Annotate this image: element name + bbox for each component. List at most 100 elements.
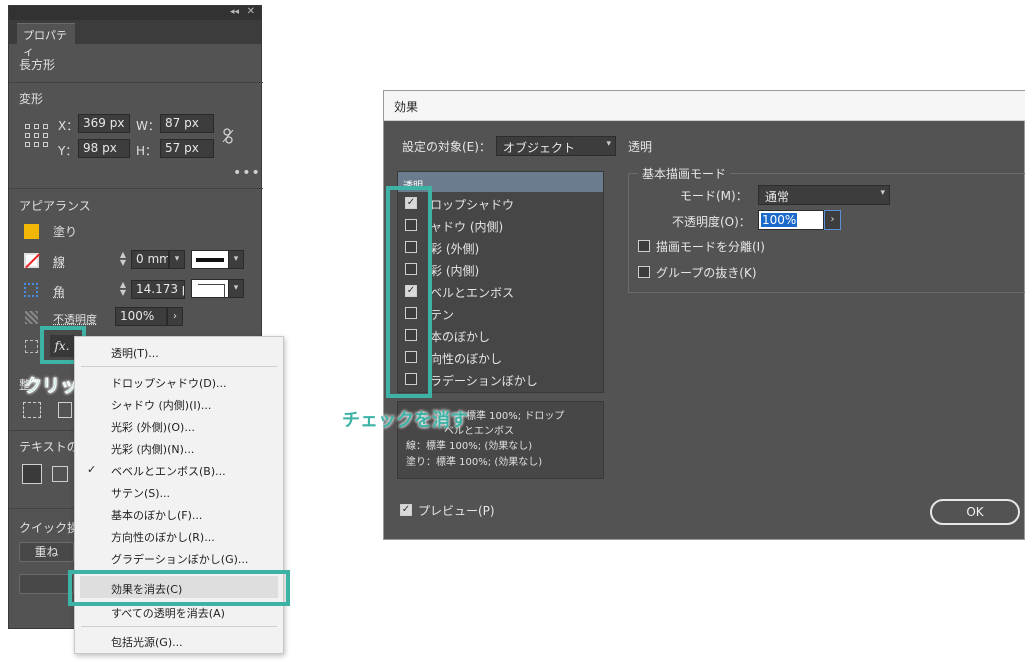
list-item-directional-feather[interactable]: 向性のぼかし <box>430 350 502 367</box>
fill-swatch-icon[interactable] <box>24 224 39 239</box>
opacity-popup-icon[interactable]: › <box>167 307 183 326</box>
menu-divider <box>81 366 277 367</box>
list-item-inner-shadow[interactable]: ャドウ (内側) <box>430 218 503 235</box>
effect-heading: 透明 <box>628 140 653 154</box>
collapse-icon[interactable]: ◂◂ <box>230 7 239 17</box>
corner-shape-dropdown-icon[interactable]: ▾ <box>228 279 244 298</box>
menu-item-outer-glow[interactable]: 光彩 (外側)(O)... <box>111 419 195 435</box>
transform-section-label: 変形 <box>19 92 44 106</box>
divider <box>9 508 74 509</box>
blend-mode-dropdown[interactable]: 通常 ▾ <box>758 185 890 205</box>
stroke-weight-dropdown-icon[interactable]: ▾ <box>169 250 185 269</box>
checkbox-preview[interactable]: ✓ <box>400 504 412 516</box>
align-left-icon[interactable] <box>58 402 72 418</box>
stroke-stepper-icon[interactable]: ▲ ▼ <box>116 250 130 269</box>
x-label: X： <box>58 119 79 133</box>
fx-icon[interactable]: fx. <box>50 335 74 357</box>
list-item-basic-feather[interactable]: 本のぼかし <box>430 328 490 345</box>
menu-item-transparency[interactable]: 透明(T)... <box>111 345 159 361</box>
checkbox-knockout-group[interactable] <box>638 266 650 278</box>
w-label: W： <box>136 119 160 133</box>
list-item-satin[interactable]: テン <box>430 306 454 323</box>
corner-stepper-icon[interactable]: ▲ ▼ <box>116 280 130 299</box>
stroke-type-dropdown-icon[interactable]: ▾ <box>228 250 244 269</box>
align-selection-icon[interactable] <box>23 402 41 418</box>
clear-effects-highlight <box>68 570 290 606</box>
opacity-value: 100% <box>761 213 798 227</box>
opacity-input[interactable]: 100% <box>115 307 167 326</box>
stroke-label[interactable]: 線 <box>53 253 65 270</box>
opacity-label[interactable]: 不透明度 <box>53 311 97 327</box>
divider <box>9 82 263 83</box>
menu-item-satin[interactable]: サテン(S)... <box>111 485 170 501</box>
opacity-label: 不透明度(O)： <box>672 215 751 229</box>
list-item-gradient-feather[interactable]: ラデーションぼかし <box>430 372 538 389</box>
corner-icon <box>24 283 38 297</box>
settings-for-dropdown[interactable]: オブジェクト ▾ <box>496 136 616 156</box>
quick-actions-section-label: クイック操 <box>19 521 80 535</box>
menu-divider <box>81 626 277 627</box>
menu-item-gradient-feather[interactable]: グラデーションぼかし(G)... <box>111 551 248 567</box>
quick-action-button-2[interactable] <box>19 574 74 594</box>
summary-line: 塗り：標準 100%; (効果なし) <box>406 457 543 468</box>
dialog-title: 効果 <box>384 91 1025 121</box>
chevron-down-icon: ▾ <box>880 188 885 198</box>
isolate-blending-label[interactable]: 描画モードを分離(I) <box>656 238 765 255</box>
checkbox-isolate-blending[interactable] <box>638 240 650 252</box>
divider <box>9 188 263 189</box>
settings-for-value: オブジェクト <box>503 141 576 155</box>
menu-item-drop-shadow[interactable]: ドロップシャドウ(D)... <box>111 375 227 391</box>
menu-item-inner-glow[interactable]: 光彩 (内側)(N)... <box>111 441 194 457</box>
stroke-swatch-icon[interactable] <box>24 253 39 268</box>
ok-button[interactable]: OK <box>930 499 1020 525</box>
panel-tab-row: プロパティ <box>9 20 261 58</box>
menu-item-global-light[interactable]: 包括光源(G)... <box>111 634 183 650</box>
uncheck-annotation: チェックを消す <box>342 410 468 431</box>
text-align-left-icon[interactable] <box>22 464 42 484</box>
menu-item-directional-feather[interactable]: 方向性のぼかし(R)... <box>111 529 215 545</box>
fill-label: 塗り <box>53 225 78 239</box>
effects-context-menu: 透明(T)... ドロップシャドウ(D)... シャドウ (内側)(I)... … <box>74 336 284 654</box>
list-item-outer-glow[interactable]: 彩 (外側) <box>430 240 479 257</box>
opacity-input[interactable]: 100% <box>758 210 824 230</box>
effects-row-icon <box>25 340 38 353</box>
corner-size-input[interactable]: 14.173 p <box>131 280 185 299</box>
menu-item-clear-all-transparency[interactable]: すべての透明を消去(A) <box>111 605 225 621</box>
corner-shape-preview[interactable] <box>191 279 229 300</box>
list-item-drop-shadow[interactable]: ロップシャドウ <box>430 196 514 213</box>
y-input[interactable]: 98 px <box>78 139 130 158</box>
checkmark-icon: ✓ <box>87 463 97 476</box>
stroke-weight-input[interactable]: 0 mm <box>131 250 169 269</box>
menu-item-inner-shadow[interactable]: シャドウ (内側)(I)... <box>111 397 211 413</box>
align-section-label: 整 <box>19 378 32 392</box>
stroke-type-preview[interactable] <box>191 250 229 269</box>
constrain-proportions-icon[interactable] <box>222 128 234 144</box>
corner-label[interactable]: 角 <box>53 283 65 300</box>
divider <box>9 430 74 431</box>
panel-title-bar: ◂◂ ✕ <box>9 6 261 20</box>
settings-for-label: 設定の対象(E)： <box>402 140 491 154</box>
object-type-label: 長方形 <box>19 58 56 72</box>
list-item-bevel-emboss[interactable]: ベルとエンボス <box>430 284 514 301</box>
knockout-group-label[interactable]: グループの抜き(K) <box>656 264 757 281</box>
h-input[interactable]: 57 px <box>160 139 214 158</box>
menu-item-bevel-emboss[interactable]: ベベルとエンボス(B)... <box>111 463 226 479</box>
effects-dialog: 効果 設定の対象(E)： オブジェクト ▾ 透明 透明 ✓ ロップシャドウ ャド… <box>383 90 1025 540</box>
text-section-label: テキストの <box>19 440 79 454</box>
close-icon[interactable]: ✕ <box>247 6 255 17</box>
more-options-icon[interactable]: ••• <box>233 165 261 181</box>
quick-action-button[interactable]: 重ね <box>19 542 74 562</box>
preview-label[interactable]: プレビュー(P) <box>418 502 495 519</box>
text-align-center-icon[interactable] <box>52 466 68 482</box>
x-input[interactable]: 369 px <box>78 114 130 133</box>
summary-line: 線：標準 100%; (効果なし) <box>406 441 533 452</box>
opacity-popup-icon[interactable]: › <box>824 210 841 230</box>
reference-point-icon[interactable] <box>25 124 49 148</box>
w-input[interactable]: 87 px <box>160 114 214 133</box>
blend-mode-group-label: 基本描画モード <box>638 165 731 182</box>
menu-item-basic-feather[interactable]: 基本のぼかし(F)... <box>111 507 202 523</box>
tab-properties[interactable]: プロパティ <box>17 23 75 58</box>
summary-line: 標準 100%; ドロップ <box>466 411 565 422</box>
opacity-icon <box>25 311 38 324</box>
list-item-inner-glow[interactable]: 彩 (内側) <box>430 262 479 279</box>
